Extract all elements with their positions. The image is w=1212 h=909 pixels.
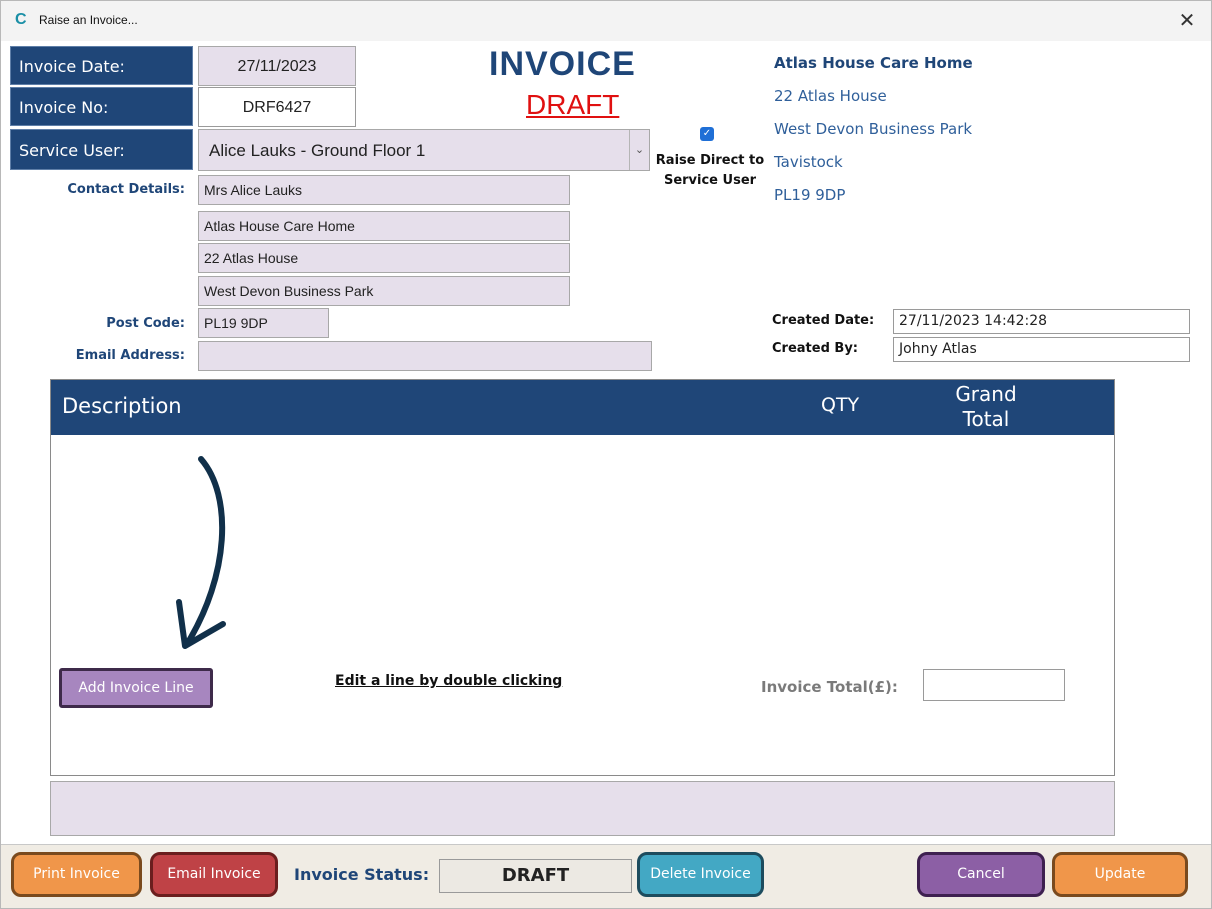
contact-details-label: Contact Details: [67,182,185,197]
grand-total-header-line1: Grand [955,382,1017,406]
lines-table-header: Description QTY Grand Total [51,380,1114,435]
company-address-line: PL19 9DP [774,186,846,204]
email-invoice-button[interactable]: Email Invoice [150,852,278,897]
contact-line-field[interactable]: Atlas House Care Home [198,211,570,241]
company-address-line: Tavistock [774,153,843,171]
invoice-total-field [923,669,1065,701]
window-title: Raise an Invoice... [39,13,138,27]
title-bar: C Raise an Invoice... ✕ [1,1,1211,41]
post-code-field[interactable]: PL19 9DP [198,308,329,338]
draft-banner: DRAFT [526,89,620,120]
service-user-select[interactable]: Alice Lauks - Ground Floor 1 ⌄ [198,129,650,171]
invoice-total-label: Invoice Total(£): [761,678,898,696]
company-address-line: 22 Atlas House [774,87,887,105]
created-by-label: Created By: [772,341,858,356]
invoice-no-field[interactable]: DRF6427 [198,87,356,127]
invoice-no-label: Invoice No: [10,87,193,126]
delete-invoice-button[interactable]: Delete Invoice [637,852,764,897]
contact-line-field[interactable]: Mrs Alice Lauks [198,175,570,205]
raise-invoice-window: C Raise an Invoice... ✕ Invoice Date: In… [0,0,1212,909]
raise-direct-checkbox[interactable]: ✓ [700,127,714,141]
print-invoice-button[interactable]: Print Invoice [11,852,142,897]
invoice-status-value: DRAFT [439,859,632,893]
post-code-label: Post Code: [106,316,185,331]
grand-total-column-header: Grand Total [941,382,1031,432]
curved-arrow-icon [176,456,226,649]
invoice-date-field[interactable]: 27/11/2023 [198,46,356,86]
add-invoice-line-button[interactable]: Add Invoice Line [59,668,213,708]
chevron-down-icon[interactable]: ⌄ [629,130,649,170]
raise-direct-label: Raise Direct to Service User [655,153,765,188]
created-date-field: 27/11/2023 14:42:28 [893,309,1190,334]
edit-line-hint: Edit a line by double clicking [335,673,563,689]
app-logo-icon: C [15,11,27,28]
invoice-date-label: Invoice Date: [10,46,193,85]
email-address-label: Email Address: [75,348,185,363]
close-icon[interactable]: ✕ [1177,9,1197,31]
created-date-label: Created Date: [772,313,875,328]
invoice-status-label: Invoice Status: [294,865,430,884]
email-address-field[interactable] [198,341,652,371]
company-name: Atlas House Care Home [774,54,973,72]
invoice-heading: INVOICE [489,45,636,83]
update-button[interactable]: Update [1052,852,1188,897]
service-user-value: Alice Lauks - Ground Floor 1 [209,141,426,160]
service-user-label: Service User: [10,129,193,170]
qty-column-header: QTY [821,394,860,416]
description-column-header: Description [62,394,182,418]
notes-panel [50,781,1115,836]
company-address-line: West Devon Business Park [774,120,973,138]
grand-total-header-line2: Total [962,407,1010,431]
contact-line-field[interactable]: 22 Atlas House [198,243,570,273]
created-by-field: Johny Atlas [893,337,1190,362]
cancel-button[interactable]: Cancel [917,852,1045,897]
contact-line-field[interactable]: West Devon Business Park [198,276,570,306]
